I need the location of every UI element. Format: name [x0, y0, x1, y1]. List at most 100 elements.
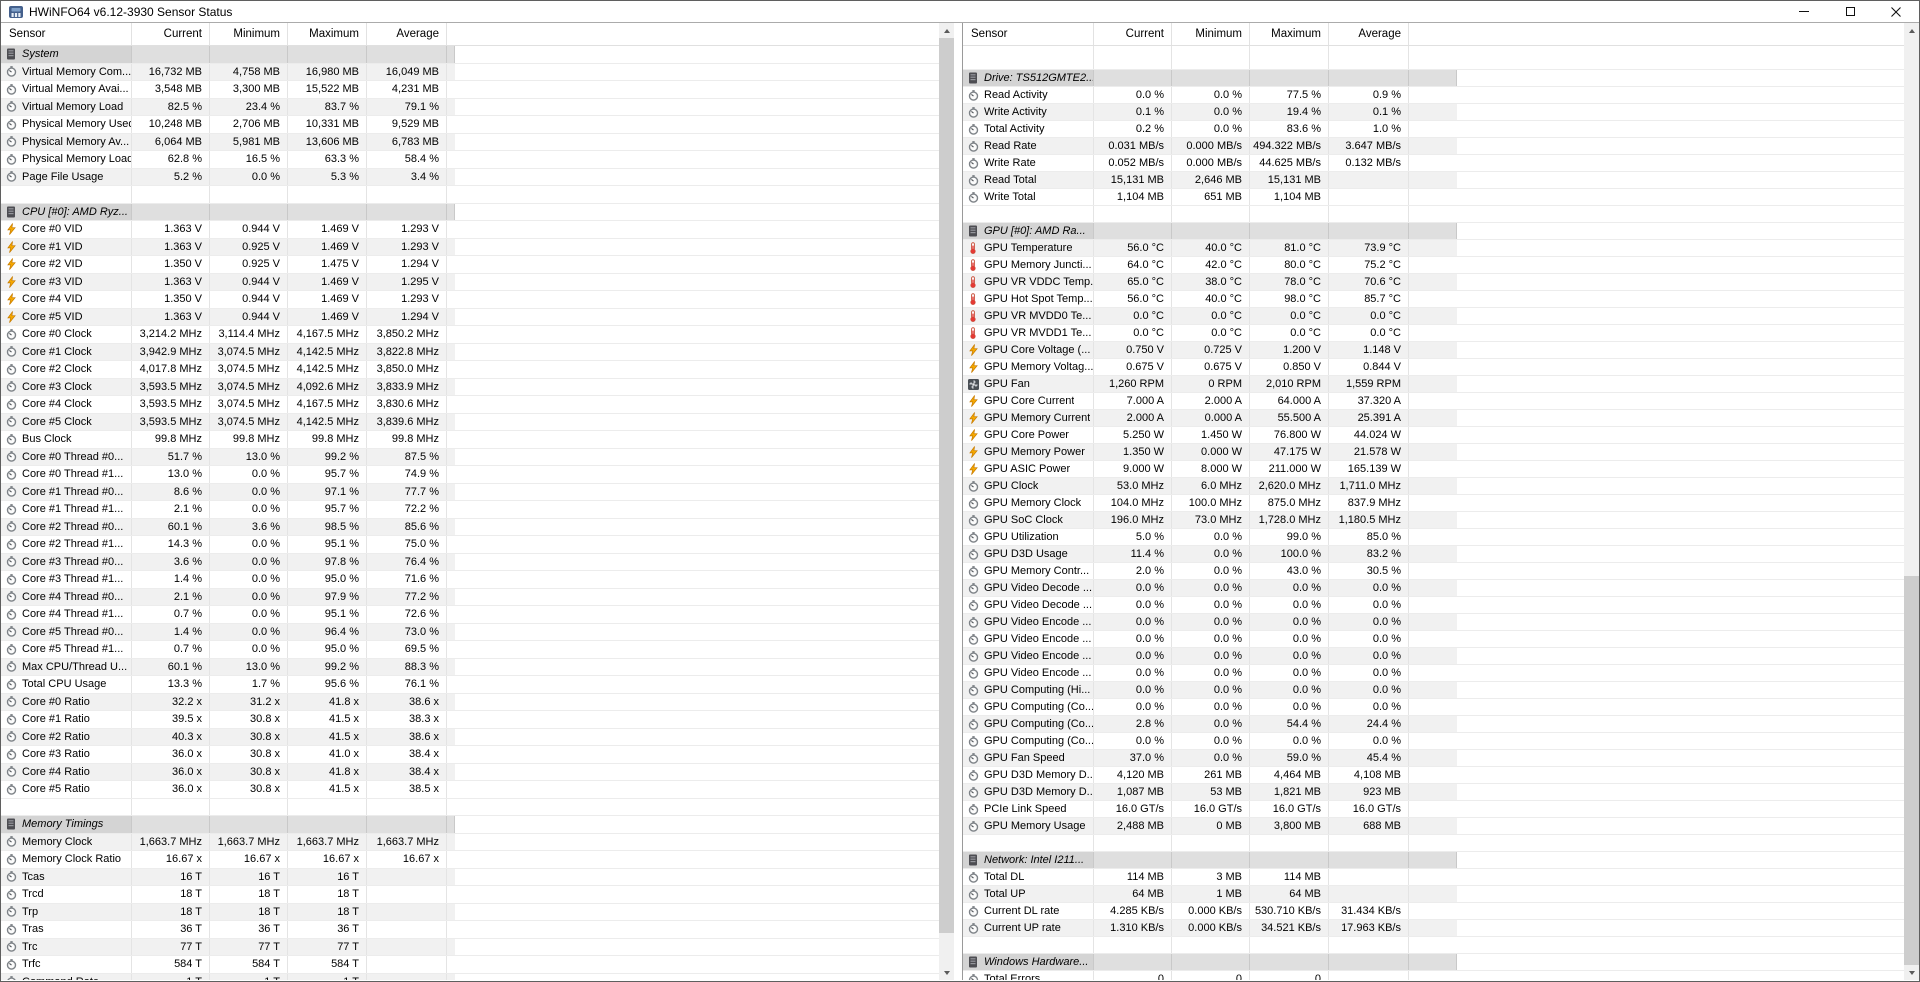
sensor-row[interactable]: GPU Hot Spot Temp...56.0 °C40.0 °C98.0 °… — [963, 291, 1904, 308]
sensor-row[interactable]: Core #2 Clock4,017.8 MHz3,074.5 MHz4,142… — [1, 361, 939, 379]
scroll-down-button[interactable] — [939, 965, 954, 980]
sensor-row[interactable]: Core #4 Clock3,593.5 MHz3,074.5 MHz4,167… — [1, 396, 939, 414]
sensor-row[interactable]: Core #2 Thread #0...60.1 %3.6 %98.5 %85.… — [1, 519, 939, 537]
sensor-row[interactable]: Core #4 VID1.350 V0.944 V1.469 V1.293 V — [1, 291, 939, 309]
sensor-row[interactable]: Total DL114 MB3 MB114 MB — [963, 869, 1904, 886]
scrollbar-track[interactable] — [939, 38, 954, 965]
sensor-row[interactable]: GPU Computing (Co...0.0 %0.0 %0.0 %0.0 % — [963, 733, 1904, 750]
column-header-maximum[interactable]: Maximum — [1250, 23, 1329, 45]
column-header-average[interactable]: Average — [367, 23, 447, 45]
sensor-row[interactable]: Core #5 VID1.363 V0.944 V1.469 V1.294 V — [1, 309, 939, 327]
sensor-row[interactable]: GPU Video Encode ...0.0 %0.0 %0.0 %0.0 % — [963, 648, 1904, 665]
scroll-up-button[interactable] — [939, 23, 954, 38]
sensor-row[interactable]: Core #3 Ratio36.0 x30.8 x41.0 x38.4 x — [1, 746, 939, 764]
sensor-row[interactable]: GPU Core Power5.250 W1.450 W76.800 W44.0… — [963, 427, 1904, 444]
sensor-row[interactable]: Max CPU/Thread U...60.1 %13.0 %99.2 %88.… — [1, 659, 939, 677]
sensor-row[interactable]: Core #0 Thread #0...51.7 %13.0 %99.2 %87… — [1, 449, 939, 467]
sensor-row[interactable]: Memory Clock Ratio16.67 x16.67 x16.67 x1… — [1, 851, 939, 869]
scrollbar-thumb[interactable] — [1904, 576, 1919, 965]
sensor-row[interactable]: Core #0 Ratio32.2 x31.2 x41.8 x38.6 x — [1, 694, 939, 712]
sensor-row[interactable]: GPU Video Encode ...0.0 %0.0 %0.0 %0.0 % — [963, 614, 1904, 631]
section-header-row[interactable]: GPU [#0]: AMD Ra... — [963, 223, 1904, 240]
sensor-row[interactable]: Virtual Memory Com...16,732 MB4,758 MB16… — [1, 64, 939, 82]
sensor-row[interactable]: Trfc584 T584 T584 T — [1, 956, 939, 974]
sensor-row[interactable]: GPU D3D Memory D...4,120 MB261 MB4,464 M… — [963, 767, 1904, 784]
sensor-row[interactable]: GPU Video Decode ...0.0 %0.0 %0.0 %0.0 % — [963, 597, 1904, 614]
sensor-row[interactable]: Total Activity0.2 %0.0 %83.6 %1.0 % — [963, 121, 1904, 138]
scroll-up-button[interactable] — [1904, 23, 1919, 38]
sensor-row[interactable]: Core #3 Thread #1...1.4 %0.0 %95.0 %71.6… — [1, 571, 939, 589]
sensor-row[interactable]: Current UP rate1.310 KB/s0.000 KB/s34.52… — [963, 920, 1904, 937]
sensor-row[interactable]: GPU Clock53.0 MHz6.0 MHz2,620.0 MHz1,711… — [963, 478, 1904, 495]
section-header-row[interactable]: Memory Timings — [1, 816, 939, 834]
sensor-row[interactable]: Total Errors000 — [963, 971, 1904, 980]
sensor-row[interactable]: Trp18 T18 T18 T — [1, 904, 939, 922]
scrollbar-track[interactable] — [1904, 38, 1919, 965]
sensor-row[interactable]: Virtual Memory Load82.5 %23.4 %83.7 %79.… — [1, 99, 939, 117]
sensor-row[interactable]: Total CPU Usage13.3 %1.7 %95.6 %76.1 % — [1, 676, 939, 694]
sensor-row[interactable]: Core #5 Thread #1...0.7 %0.0 %95.0 %69.5… — [1, 641, 939, 659]
sensor-row[interactable]: Physical Memory Load62.8 %16.5 %63.3 %58… — [1, 151, 939, 169]
sensor-row[interactable]: GPU Memory Voltag...0.675 V0.675 V0.850 … — [963, 359, 1904, 376]
minimize-button[interactable] — [1781, 1, 1827, 22]
sensor-row[interactable]: Core #5 Ratio36.0 x30.8 x41.5 x38.5 x — [1, 781, 939, 799]
scroll-down-button[interactable] — [1904, 965, 1919, 980]
sensor-row[interactable]: Core #1 Ratio39.5 x30.8 x41.5 x38.3 x — [1, 711, 939, 729]
sensor-row[interactable]: Write Rate0.052 MB/s0.000 MB/s44.625 MB/… — [963, 155, 1904, 172]
section-header-row[interactable]: Drive: TS512GMTE2... — [963, 70, 1904, 87]
sensor-row[interactable]: Core #2 VID1.350 V0.925 V1.475 V1.294 V — [1, 256, 939, 274]
sensor-row[interactable]: Memory Clock1,663.7 MHz1,663.7 MHz1,663.… — [1, 834, 939, 852]
column-header-minimum[interactable]: Minimum — [210, 23, 288, 45]
sensor-row[interactable]: Core #1 Thread #1...2.1 %0.0 %95.7 %72.2… — [1, 501, 939, 519]
sensor-row[interactable]: Core #1 Thread #0...8.6 %0.0 %97.1 %77.7… — [1, 484, 939, 502]
sensor-row[interactable]: GPU Memory Current2.000 A0.000 A55.500 A… — [963, 410, 1904, 427]
sensor-row[interactable]: Physical Memory Av...6,064 MB5,981 MB13,… — [1, 134, 939, 152]
sensor-row[interactable]: Core #1 VID1.363 V0.925 V1.469 V1.293 V — [1, 239, 939, 257]
sensor-row[interactable]: GPU Utilization5.0 %0.0 %99.0 %85.0 % — [963, 529, 1904, 546]
scrollbar-thumb[interactable] — [939, 38, 954, 933]
sensor-row[interactable]: Tcas16 T16 T16 T — [1, 869, 939, 887]
sensor-row[interactable]: GPU ASIC Power9.000 W8.000 W211.000 W165… — [963, 461, 1904, 478]
sensor-row[interactable]: Core #4 Thread #0...2.1 %0.0 %97.9 %77.2… — [1, 589, 939, 607]
sensor-row[interactable]: Tras36 T36 T36 T — [1, 921, 939, 939]
sensor-row[interactable]: Core #0 Clock3,214.2 MHz3,114.4 MHz4,167… — [1, 326, 939, 344]
sensor-row[interactable]: Trcd18 T18 T18 T — [1, 886, 939, 904]
sensor-row[interactable]: Write Activity0.1 %0.0 %19.4 %0.1 % — [963, 104, 1904, 121]
sensor-row[interactable]: GPU Fan1,260 RPM0 RPM2,010 RPM1,559 RPM — [963, 376, 1904, 393]
sensor-row[interactable]: Core #5 Thread #0...1.4 %0.0 %96.4 %73.0… — [1, 624, 939, 642]
sensor-row[interactable]: Virtual Memory Avai...3,548 MB3,300 MB15… — [1, 81, 939, 99]
sensor-row[interactable]: Core #3 VID1.363 V0.944 V1.469 V1.295 V — [1, 274, 939, 292]
sensor-row[interactable]: Core #4 Thread #1...0.7 %0.0 %95.1 %72.6… — [1, 606, 939, 624]
sensor-row[interactable]: Trc77 T77 T77 T — [1, 939, 939, 957]
section-header-row[interactable]: System — [1, 46, 939, 64]
maximize-button[interactable] — [1827, 1, 1873, 22]
sensor-row[interactable]: GPU Memory Clock104.0 MHz100.0 MHz875.0 … — [963, 495, 1904, 512]
sensor-row[interactable]: GPU VR MVDD1 Te...0.0 °C0.0 °C0.0 °C0.0 … — [963, 325, 1904, 342]
sensor-row[interactable]: GPU VR VDDC Temp...65.0 °C38.0 °C78.0 °C… — [963, 274, 1904, 291]
sensor-row[interactable]: Read Total15,131 MB2,646 MB15,131 MB — [963, 172, 1904, 189]
sensor-row[interactable]: GPU Memory Power1.350 W0.000 W47.175 W21… — [963, 444, 1904, 461]
sensor-row[interactable]: Total UP64 MB1 MB64 MB — [963, 886, 1904, 903]
sensor-row[interactable]: GPU Computing (Co...0.0 %0.0 %0.0 %0.0 % — [963, 699, 1904, 716]
section-header-row[interactable]: Network: Intel I211... — [963, 852, 1904, 869]
sensor-row[interactable]: GPU Fan Speed37.0 %0.0 %59.0 %45.4 % — [963, 750, 1904, 767]
pane-splitter[interactable] — [954, 23, 963, 980]
sensor-row[interactable]: GPU D3D Usage11.4 %0.0 %100.0 %83.2 % — [963, 546, 1904, 563]
sensor-row[interactable]: GPU VR MVDD0 Te...0.0 °C0.0 °C0.0 °C0.0 … — [963, 308, 1904, 325]
sensor-row[interactable]: GPU Video Encode ...0.0 %0.0 %0.0 %0.0 % — [963, 631, 1904, 648]
sensor-row[interactable]: GPU Core Voltage (...0.750 V0.725 V1.200… — [963, 342, 1904, 359]
close-button[interactable] — [1873, 1, 1919, 22]
column-header-sensor[interactable]: Sensor — [1, 23, 132, 45]
sensor-row[interactable]: GPU Temperature56.0 °C40.0 °C81.0 °C73.9… — [963, 240, 1904, 257]
sensor-row[interactable]: GPU D3D Memory D...1,087 MB53 MB1,821 MB… — [963, 784, 1904, 801]
sensor-row[interactable]: Core #1 Clock3,942.9 MHz3,074.5 MHz4,142… — [1, 344, 939, 362]
sensor-row[interactable]: Core #3 Clock3,593.5 MHz3,074.5 MHz4,092… — [1, 379, 939, 397]
sensor-row[interactable]: Core #2 Ratio40.3 x30.8 x41.5 x38.6 x — [1, 729, 939, 747]
sensor-row[interactable]: Command Rate1 T1 T1 T — [1, 974, 939, 981]
sensor-row[interactable]: Physical Memory Used10,248 MB2,706 MB10,… — [1, 116, 939, 134]
left-vertical-scrollbar[interactable] — [939, 23, 954, 980]
sensor-row[interactable]: PCIe Link Speed16.0 GT/s16.0 GT/s16.0 GT… — [963, 801, 1904, 818]
sensor-row[interactable]: Core #2 Thread #1...14.3 %0.0 %95.1 %75.… — [1, 536, 939, 554]
sensor-row[interactable]: Core #4 Ratio36.0 x30.8 x41.8 x38.4 x — [1, 764, 939, 782]
sensor-row[interactable]: GPU Computing (Hi...0.0 %0.0 %0.0 %0.0 % — [963, 682, 1904, 699]
